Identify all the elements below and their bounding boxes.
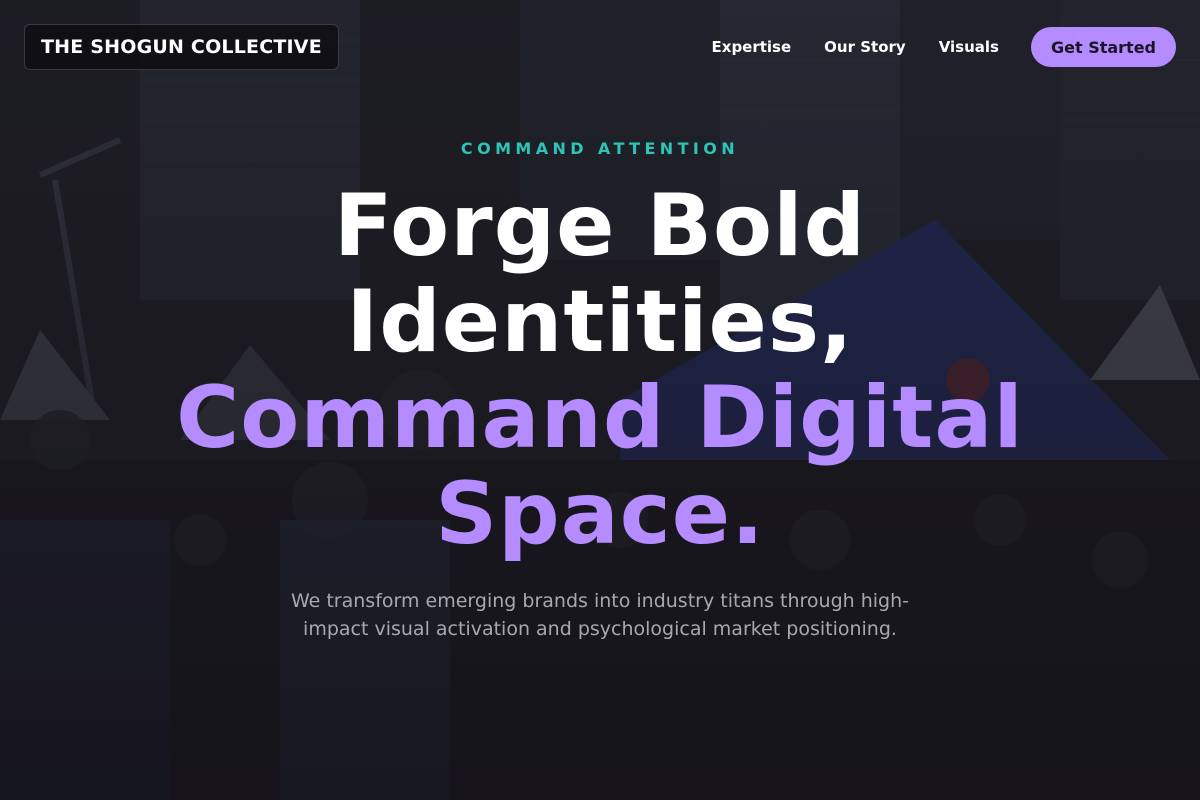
headline-line-2: Identities, xyxy=(346,272,854,372)
hero-headline: Forge Bold Identities, Command Digital S… xyxy=(60,178,1140,562)
eyebrow-text: COMMAND ATTENTION xyxy=(460,139,740,158)
logo[interactable]: THE SHOGUN COLLECTIVE xyxy=(24,24,339,70)
headline-line-1: Forge Bold xyxy=(333,176,867,276)
hero-section: THE SHOGUN COLLECTIVE Expertise Our Stor… xyxy=(0,0,1200,800)
get-started-button[interactable]: Get Started xyxy=(1030,27,1176,67)
headline-line-3: Command Digital xyxy=(176,368,1024,468)
hero-subtext: We transform emerging brands into indust… xyxy=(290,590,910,640)
nav-link-visuals[interactable]: Visuals xyxy=(939,38,999,56)
main-nav: Expertise Our Story Visuals Get Started xyxy=(712,27,1176,67)
nav-link-expertise[interactable]: Expertise xyxy=(712,38,792,56)
headline-line-4: Space. xyxy=(435,464,765,564)
nav-link-our-story[interactable]: Our Story xyxy=(824,38,906,56)
